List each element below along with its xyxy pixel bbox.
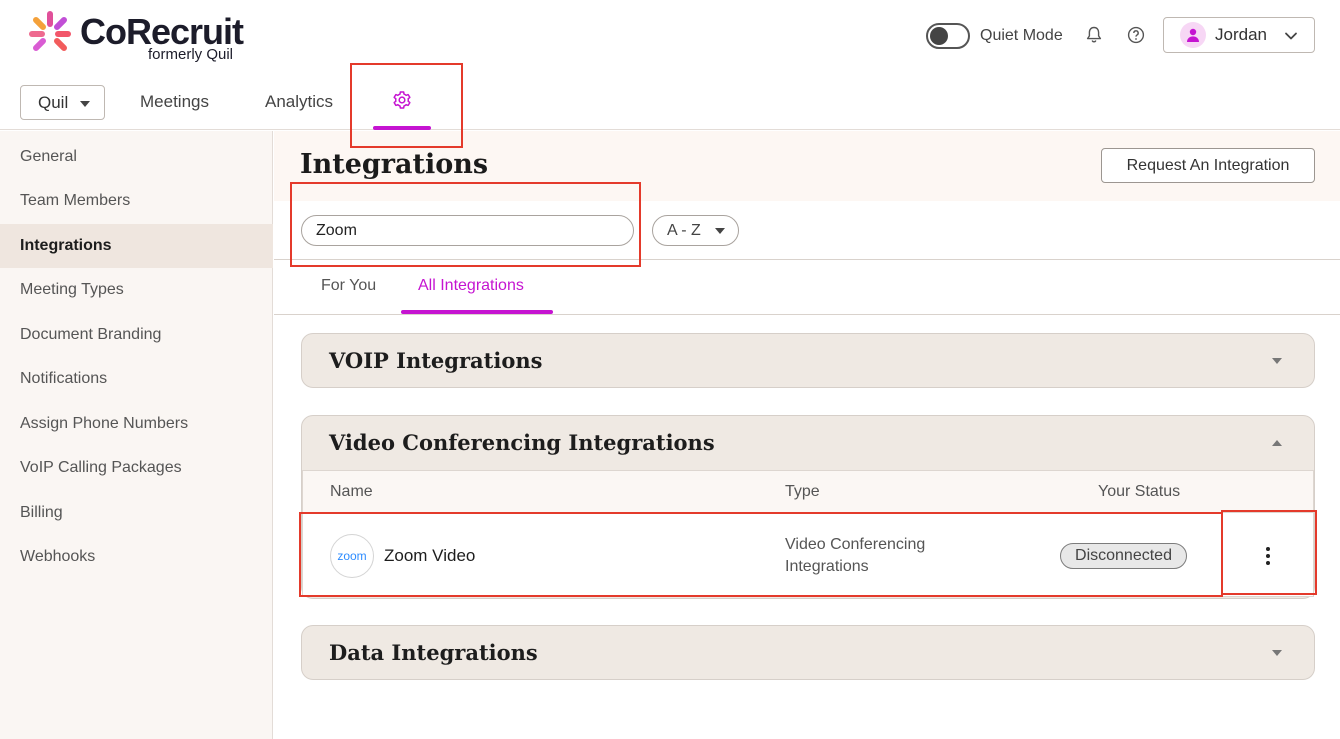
- top-header: CoRecruit formerly Quil Quiet Mode Jorda…: [0, 0, 1340, 130]
- chevron-up-icon[interactable]: [1272, 440, 1282, 446]
- column-header-type: Type: [785, 483, 820, 500]
- tab-all-integrations[interactable]: All Integrations: [418, 277, 524, 295]
- sidebar-item-assign-phone-numbers[interactable]: Assign Phone Numbers: [0, 402, 273, 446]
- nav-analytics[interactable]: Analytics: [265, 92, 333, 112]
- status-badge: Disconnected: [1060, 543, 1187, 569]
- request-integration-button[interactable]: Request An Integration: [1101, 148, 1315, 183]
- corecruit-logo[interactable]: CoRecruit formerly Quil: [28, 8, 258, 64]
- section-title: VOIP Integrations: [329, 348, 543, 373]
- chevron-down-icon: [1272, 650, 1282, 656]
- divider: [274, 259, 1340, 260]
- caret-down-icon: [715, 228, 725, 234]
- sort-select[interactable]: A - Z: [652, 215, 739, 246]
- user-avatar-icon: [1180, 22, 1206, 48]
- user-name: Jordan: [1215, 25, 1267, 44]
- tab-for-you[interactable]: For You: [321, 277, 376, 295]
- sidebar-item-document-branding[interactable]: Document Branding: [0, 313, 273, 357]
- sidebar-item-general[interactable]: General: [0, 135, 273, 179]
- zoom-logo-icon: zoom: [330, 534, 374, 578]
- chevron-down-icon: [1285, 32, 1297, 40]
- sort-value: A - Z: [667, 221, 701, 239]
- column-header-name: Name: [330, 483, 373, 500]
- sidebar-item-team-members[interactable]: Team Members: [0, 179, 273, 223]
- quiet-mode-label: Quiet Mode: [980, 27, 1063, 44]
- column-header-status: Your Status: [1098, 483, 1181, 500]
- nav-settings-tab[interactable]: [373, 84, 431, 130]
- quiet-mode-toggle[interactable]: [926, 23, 970, 49]
- divider: [274, 314, 1340, 315]
- sidebar-item-integrations[interactable]: Integrations: [0, 224, 273, 268]
- search-input[interactable]: Zoom: [301, 215, 634, 246]
- bell-icon[interactable]: [1085, 26, 1103, 44]
- sidebar-item-notifications[interactable]: Notifications: [0, 357, 273, 401]
- caret-down-icon: [80, 101, 90, 107]
- sidebar-item-billing[interactable]: Billing: [0, 491, 273, 535]
- section-voip-integrations[interactable]: VOIP Integrations: [301, 333, 1315, 388]
- user-menu-button[interactable]: Jordan: [1163, 17, 1315, 53]
- sidebar-item-meeting-types[interactable]: Meeting Types: [0, 268, 273, 312]
- search-input-value: Zoom: [316, 221, 357, 239]
- settings-sidebar: General Team Members Integrations Meetin…: [0, 131, 273, 739]
- gear-icon: [393, 91, 411, 109]
- table-header: Name Type Your Status: [302, 470, 1314, 512]
- app-switcher-value: Quil: [38, 92, 69, 112]
- brand-subtitle: formerly Quil: [148, 46, 234, 63]
- sidebar-item-webhooks[interactable]: Webhooks: [0, 535, 273, 579]
- title-band: Integrations Request An Integration: [274, 131, 1340, 201]
- integration-type: Video Conferencing Integrations: [785, 536, 926, 575]
- more-options-icon[interactable]: [1256, 543, 1280, 569]
- app-switcher-select[interactable]: Quil: [20, 85, 105, 120]
- integration-name: Zoom Video: [384, 546, 476, 565]
- chevron-down-icon: [1272, 358, 1282, 364]
- section-data-integrations[interactable]: Data Integrations: [301, 625, 1315, 680]
- section-title[interactable]: Video Conferencing Integrations: [329, 430, 715, 455]
- active-tab-indicator: [373, 126, 431, 130]
- main-content: Integrations Request An Integration Zoom…: [274, 131, 1340, 739]
- toggle-knob: [930, 27, 948, 45]
- page-title: Integrations: [300, 149, 489, 180]
- quiet-mode: Quiet Mode: [926, 22, 1063, 50]
- section-title: Data Integrations: [329, 640, 538, 665]
- nav-meetings[interactable]: Meetings: [140, 92, 209, 112]
- logo-mark-icon: [29, 11, 71, 51]
- table-row[interactable]: zoom Zoom Video Video Conferencing Integ…: [302, 512, 1314, 597]
- help-icon[interactable]: [1127, 26, 1145, 44]
- sidebar-item-voip-calling-packages[interactable]: VoIP Calling Packages: [0, 446, 273, 490]
